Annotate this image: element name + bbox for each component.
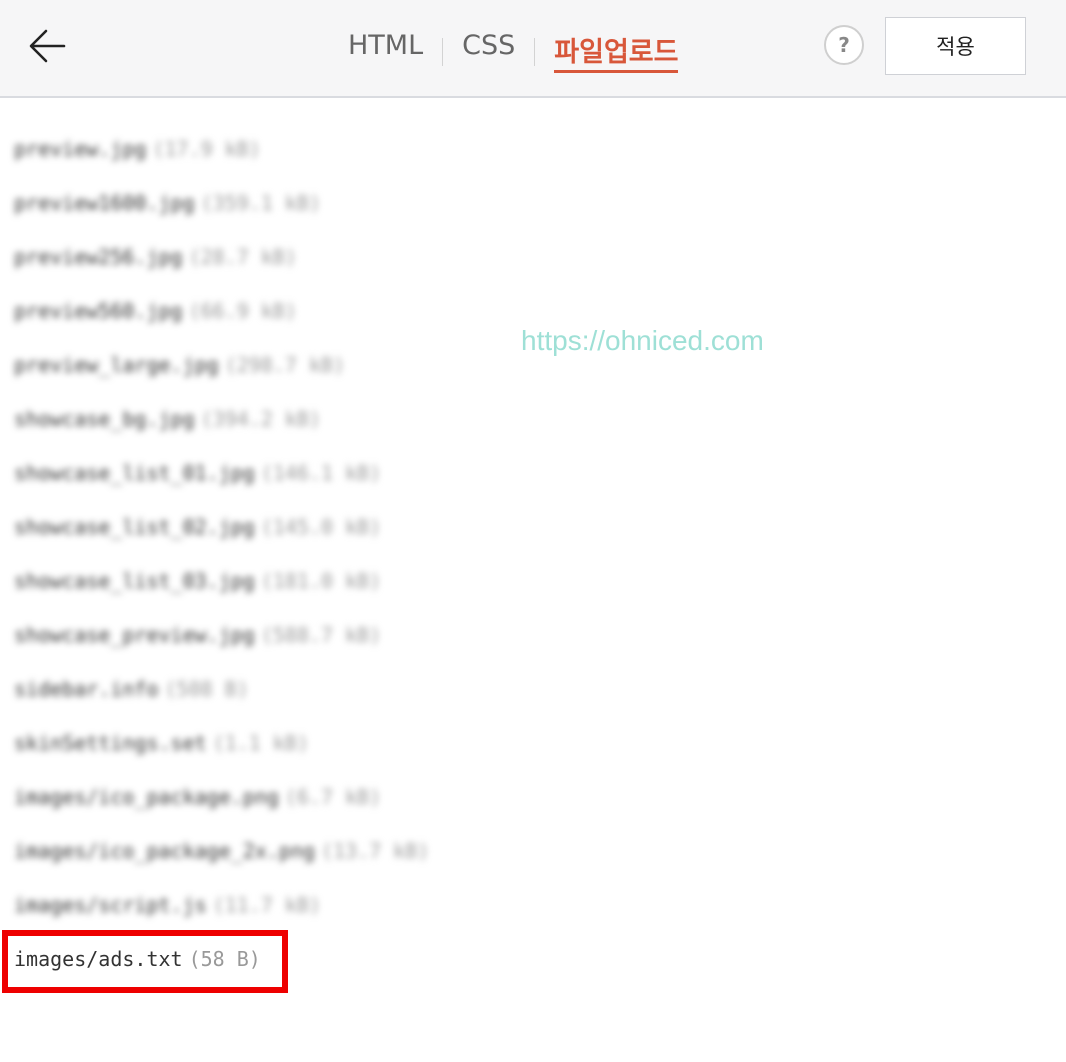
file-name: preview1600.jpg (14, 191, 195, 215)
highlight-box (2, 930, 288, 993)
file-name: preview560.jpg (14, 299, 183, 323)
file-size: (359.1 kB) (200, 191, 322, 215)
file-size: (17.9 kB) (152, 137, 261, 161)
file-list-item[interactable]: preview560.jpg (66.9 kB) (14, 284, 429, 338)
file-list-item[interactable]: showcase_list_02.jpg (145.0 kB) (14, 500, 429, 554)
apply-button[interactable]: 적용 (885, 17, 1026, 75)
file-name: showcase_bg.jpg (14, 407, 195, 431)
file-list-item[interactable]: preview256.jpg (28.7 kB) (14, 230, 429, 284)
file-name: images/ico_package_2x.png (14, 839, 316, 863)
file-list-item[interactable]: skinSettings.set (1.1 kB) (14, 716, 429, 770)
file-list-item[interactable]: images/script.js (11.7 kB) (14, 878, 429, 932)
file-size: (1.1 kB) (212, 731, 309, 755)
file-list-item[interactable]: showcase_list_01.jpg (146.1 kB) (14, 446, 429, 500)
file-name: images/script.js (14, 893, 207, 917)
tab-file-upload[interactable]: 파일업로드 (554, 22, 679, 73)
file-name: preview256.jpg (14, 245, 183, 269)
file-size: (146.1 kB) (260, 461, 382, 485)
tab-divider (442, 38, 444, 66)
file-size: (508 B) (164, 677, 249, 701)
file-name: showcase_list_02.jpg (14, 515, 255, 539)
help-button[interactable]: ? (824, 25, 864, 65)
file-size: (6.7 kB) (284, 785, 382, 809)
file-list: preview.jpg (17.9 kB) preview1600.jpg (359.… (14, 122, 429, 986)
file-name: preview_large.jpg (14, 353, 219, 377)
file-name: showcase_preview.jpg (14, 623, 255, 647)
file-size: (394.2 kB) (200, 407, 322, 431)
file-list-item[interactable]: showcase_bg.jpg (394.2 kB) (14, 392, 429, 446)
file-size: (588.7 kB) (260, 623, 382, 647)
file-list-item[interactable]: preview1600.jpg (359.1 kB) (14, 176, 429, 230)
file-size: (11.7 kB) (212, 893, 322, 917)
file-name: skinSettings.set (14, 731, 207, 755)
file-list-item[interactable]: showcase_list_03.jpg (181.0 kB) (14, 554, 429, 608)
tab-html[interactable]: HTML (348, 22, 423, 72)
file-name: showcase_list_01.jpg (14, 461, 255, 485)
file-size: (298.7 kB) (224, 353, 346, 377)
watermark-text: https://ohniced.com (521, 325, 764, 356)
file-list-item[interactable]: preview.jpg (17.9 kB) (14, 122, 429, 176)
file-list-item[interactable]: showcase_preview.jpg (588.7 kB) (14, 608, 429, 662)
file-name: showcase_list_03.jpg (14, 569, 255, 593)
tab-divider (534, 38, 536, 66)
file-name: images/ico_package.png (14, 785, 279, 809)
file-size: (13.7 kB) (321, 839, 430, 863)
tab-css[interactable]: CSS (462, 22, 515, 72)
editor-tabs: HTML CSS 파일업로드 (348, 22, 679, 74)
file-size: (181.0 kB) (260, 569, 382, 593)
file-list-item[interactable]: images/ico_package_2x.png (13.7 kB) (14, 824, 429, 878)
file-list-item[interactable]: sidebar.info (508 B) (14, 662, 429, 716)
back-arrow-icon[interactable] (26, 24, 70, 68)
file-size: (66.9 kB) (188, 299, 297, 323)
file-size: (145.0 kB) (260, 515, 382, 539)
file-list-item[interactable]: images/ico_package.png (6.7 kB) (14, 770, 429, 824)
file-name: preview.jpg (14, 137, 147, 161)
file-list-item[interactable]: preview_large.jpg (298.7 kB) (14, 338, 429, 392)
file-name: sidebar.info (14, 677, 159, 701)
file-size: (28.7 kB) (188, 245, 297, 269)
top-bar: HTML CSS 파일업로드 ? 적용 (0, 0, 1066, 98)
